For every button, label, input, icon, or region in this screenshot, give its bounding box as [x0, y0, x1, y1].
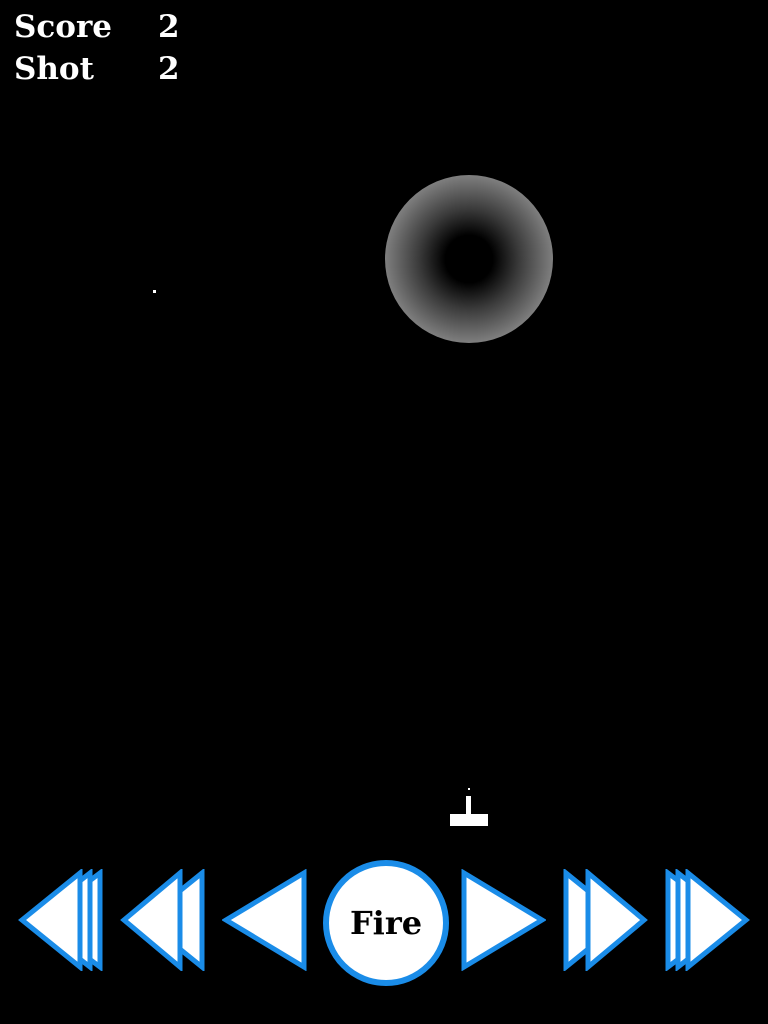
double-right-button[interactable] [562, 869, 648, 971]
double-left-arrow-icon [120, 869, 205, 971]
left-arrow-icon [222, 869, 307, 971]
shot-value: 2 [158, 51, 180, 87]
shot-row: Shot 2 [14, 48, 214, 90]
fire-label: Fire [349, 904, 423, 942]
shot-label: Shot [14, 51, 94, 87]
control-bar: Fire [0, 855, 768, 986]
double-left-button[interactable] [120, 869, 206, 971]
bullet-dot [468, 788, 470, 790]
hud: Score 2 Shot 2 [14, 6, 214, 90]
triple-right-arrow-icon [665, 869, 750, 971]
player-cannon [450, 788, 488, 828]
double-right-arrow-icon [563, 869, 648, 971]
fire-button[interactable]: Fire [323, 860, 449, 986]
right-arrow-icon [461, 869, 546, 971]
score-value: 2 [158, 9, 180, 45]
right-button[interactable] [460, 869, 546, 971]
cannon-base [450, 814, 488, 826]
cannon-barrel [466, 796, 471, 814]
left-button[interactable] [222, 869, 308, 971]
dark-sphere-target [385, 175, 553, 343]
triple-left-arrow-icon [18, 869, 103, 971]
triple-right-button[interactable] [664, 869, 750, 971]
score-label: Score [14, 9, 112, 45]
star-dot [153, 290, 156, 293]
score-row: Score 2 [14, 6, 214, 48]
triple-left-button[interactable] [18, 869, 104, 971]
